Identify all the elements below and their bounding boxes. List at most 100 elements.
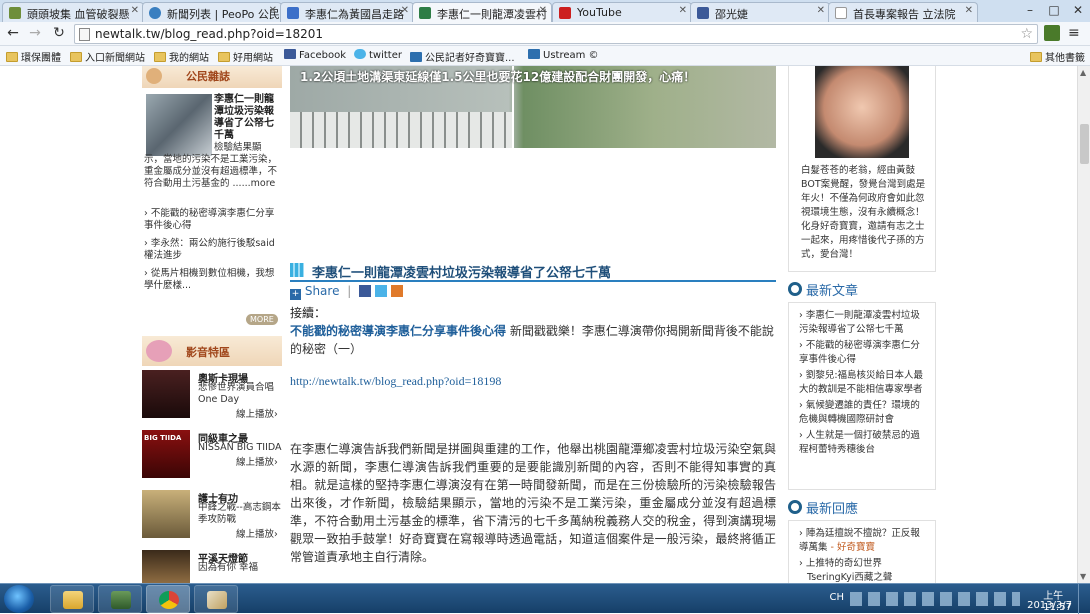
latest-replies-title: 最新回應 — [806, 502, 859, 517]
reply-author[interactable]: TseringKyi西藏之聲 — [799, 572, 892, 583]
extension-icon[interactable] — [1044, 25, 1060, 41]
tab-title: YouTube — [577, 6, 622, 19]
back-button[interactable]: ← — [4, 24, 22, 42]
clock-date[interactable]: 2013/3/7 — [1027, 600, 1072, 611]
taskbar-chrome[interactable] — [146, 585, 190, 613]
video-item[interactable]: 護士有功 中鋒之戰--高志鋼本季攻防戰 線上播放› — [142, 490, 282, 544]
reload-button[interactable]: ↻ — [50, 24, 68, 42]
close-tab-icon[interactable]: ✕ — [679, 5, 687, 16]
video-thumbnail — [142, 370, 190, 418]
tab-5[interactable]: YouTube ✕ — [552, 2, 692, 22]
bookmark-facebook[interactable]: Facebook — [284, 49, 346, 61]
profile-photo[interactable] — [815, 66, 909, 158]
list-item[interactable]: › 上推特的奇幻世界 TseringKyi西藏之聲 — [799, 557, 927, 583]
banner-image[interactable]: 1.2公頃土地溝渠東延線僅1.5公里也要花12億建設配合財團開發，心痛！ — [290, 66, 776, 148]
taskbar-explorer[interactable] — [50, 585, 94, 613]
twitter-share-icon[interactable] — [375, 285, 387, 297]
bookmark-folder[interactable]: 好用網站 — [218, 49, 273, 64]
scrollbar-thumb[interactable] — [1080, 124, 1089, 164]
show-desktop-button[interactable] — [1078, 584, 1090, 614]
list-item[interactable]: › 人生就是一個打破禁忌的過程柯蕾特秀穗後台 — [799, 429, 927, 457]
play-online-link[interactable]: 線上播放› — [236, 406, 278, 420]
other-bookmarks[interactable]: 其他書籤 — [1030, 49, 1085, 64]
menu-icon[interactable]: ≡ — [1068, 25, 1080, 41]
scroll-down-icon[interactable]: ▼ — [1080, 572, 1086, 581]
share-button[interactable]: Share — [305, 284, 340, 298]
video-desc: 因為有你 幸福 — [198, 562, 259, 573]
video-item[interactable]: BIG TIIDA 同級車之最 NISSAN BIG TIIDA 線上播放› — [142, 430, 282, 484]
taskbar-paint[interactable] — [194, 585, 238, 613]
bookmark-star-icon[interactable]: ☆ — [1020, 25, 1033, 43]
tab-4-active[interactable]: 李惠仁一則龍潭凌雲村 ✕ — [412, 2, 552, 22]
facebook-icon — [697, 7, 709, 19]
close-tab-icon[interactable]: ✕ — [965, 5, 973, 16]
tab-1[interactable]: 頭頭坡集 血管破裂懸 ✕ — [2, 2, 144, 22]
right-column: 白髮苍苍的老翁，經由黃鼓BOT案覺醒，發覺台灣到處是年火！不僅為何政府會如此忽視… — [788, 66, 936, 583]
tab-title: 首長專案報告 立法院 — [853, 8, 956, 21]
vertical-scrollbar[interactable]: ▲ ▼ — [1077, 66, 1090, 583]
start-button[interactable] — [4, 585, 34, 613]
list-item[interactable]: › 不能戳的秘密導演李惠仁分享事件後心得 — [799, 339, 927, 367]
play-online-link[interactable]: 線上播放› — [236, 526, 278, 540]
related-article-link[interactable]: 不能戳的秘密導演李惠仁分享事件後心得 — [290, 324, 506, 338]
address-bar[interactable]: newtalk.tw/blog_read.php?oid=18201 ☆ — [74, 24, 1038, 44]
list-item[interactable]: › 從馬片相機到數位相機，我想學什麼樣... — [144, 268, 280, 292]
latest-articles-title: 最新文章 — [806, 284, 859, 299]
close-tab-icon[interactable]: ✕ — [131, 5, 139, 16]
share-icon[interactable]: + — [290, 289, 301, 300]
tab-3[interactable]: 李惠仁為黃國昌走路 ✕ — [280, 2, 414, 22]
monitor-icon — [111, 591, 131, 609]
section-header: 最新回應 — [788, 498, 936, 518]
list-item[interactable]: › 陣為廷擅說不擅說？正反報導萬集 - 好奇寶寶 — [799, 527, 927, 555]
scroll-up-icon[interactable]: ▲ — [1080, 68, 1086, 77]
list-item[interactable]: › 劉黎兒:福島核災給日本人最大的教訓是不能相信專家學者 — [799, 369, 927, 397]
plurk-share-icon[interactable] — [390, 285, 403, 297]
tray-icons[interactable] — [850, 592, 1020, 606]
feature-summary: 檢驗結果顯示，當地的污染不是工業污染，重金屬成分並沒有超過標準，不符合動用土污基… — [144, 142, 278, 189]
bookmark-folder[interactable]: 入口新聞網站 — [70, 49, 145, 64]
bookmarks-bar: 環保團體 入口新聞網站 我的網站 好用網站 Facebook twitter 公… — [0, 46, 1090, 66]
tab-7[interactable]: 首長專案報告 立法院 ✕ — [828, 2, 978, 22]
forward-button[interactable]: → — [26, 24, 44, 42]
close-tab-icon[interactable]: ✕ — [401, 5, 409, 16]
list-item[interactable]: › 不能戳的秘密導演李惠仁分享事件後心得 — [144, 208, 280, 232]
bookmark-link[interactable]: 公民記者好奇寶寶... — [410, 49, 515, 64]
reply-author[interactable]: - 好奇寶寶 — [831, 542, 875, 553]
url-link[interactable]: http://newtalk.tw/blog_read.php?oid=1819… — [290, 374, 501, 389]
video-item[interactable]: 平溪天燈節 因為有你 幸福 — [142, 550, 282, 583]
list-item[interactable]: › 氣候變遷誰的責任？環境的危機與轉機國際研討會 — [799, 399, 927, 427]
article-body: 在李惠仁導演告訴我們新聞是拼圖與重建的工作，他舉出桃園龍潭鄉凌雲村垃圾污染空氣與… — [290, 442, 776, 564]
more-button[interactable]: MORE — [246, 314, 278, 325]
folder-icon — [63, 591, 83, 609]
facebook-share-icon[interactable] — [359, 285, 372, 297]
video-item[interactable]: 奧斯卡現場 悲慘世界演員合唱One Day 線上播放› — [142, 370, 282, 424]
section-header: 最新文章 — [788, 280, 936, 300]
list-item[interactable]: › 李永然：兩公約施行後駁said權法進步 — [144, 238, 280, 262]
latest-replies-list: › 陣為廷擅說不擅說？正反報導萬集 - 好奇寶寶 › 上推特的奇幻世界 Tseri… — [788, 520, 936, 583]
bookmark-ustream[interactable]: Ustream © — [528, 49, 599, 61]
list-item[interactable]: › 李惠仁一則龍潭凌雲村垃圾污染報導省了公帑七千萬 — [799, 309, 927, 337]
taskbar-app[interactable] — [98, 585, 142, 613]
close-tab-icon[interactable]: ✕ — [817, 5, 825, 16]
tab-6[interactable]: 邵光婕 ✕ — [690, 2, 830, 22]
close-window-icon[interactable]: ✕ — [1066, 0, 1090, 20]
language-indicator[interactable]: CH — [829, 592, 844, 603]
paint-icon — [207, 591, 227, 609]
tab-title: 邵光婕 — [715, 8, 748, 21]
maximize-icon[interactable]: □ — [1042, 0, 1066, 20]
tab-title: 李惠仁一則龍潭凌雲村 — [437, 8, 547, 21]
minimize-icon[interactable]: – — [1018, 0, 1042, 20]
feature-title[interactable]: 李惠仁一則龍潭垃圾污染報導省了公帑七千萬 — [214, 94, 280, 142]
folder-icon — [154, 52, 166, 62]
article-column: 1.2公頃土地溝渠東延線僅1.5公里也要花12億建設配合財團開發，心痛！ 李惠仁… — [290, 66, 778, 583]
bookmark-twitter[interactable]: twitter — [354, 49, 402, 61]
taskbar: CH 上午 11:57 2013/3/7 — [0, 583, 1090, 614]
left-column: 公民雜誌 李惠仁一則龍潭垃圾污染報導省了公帑七千萬 檢驗結果顯示，當地的污染不是… — [142, 66, 282, 583]
bookmark-folder[interactable]: 環保團體 — [6, 49, 61, 64]
play-online-link[interactable]: 線上播放› — [236, 454, 278, 468]
tab-2[interactable]: 新聞列表 | PeoPo 公民 ✕ — [142, 2, 282, 22]
bookmark-folder[interactable]: 我的網站 — [154, 49, 209, 64]
close-tab-icon[interactable]: ✕ — [269, 5, 277, 16]
article-title: 李惠仁一則龍潭凌雲村垃圾污染報導省了公帑七千萬 — [312, 266, 612, 281]
close-tab-icon[interactable]: ✕ — [539, 5, 547, 16]
